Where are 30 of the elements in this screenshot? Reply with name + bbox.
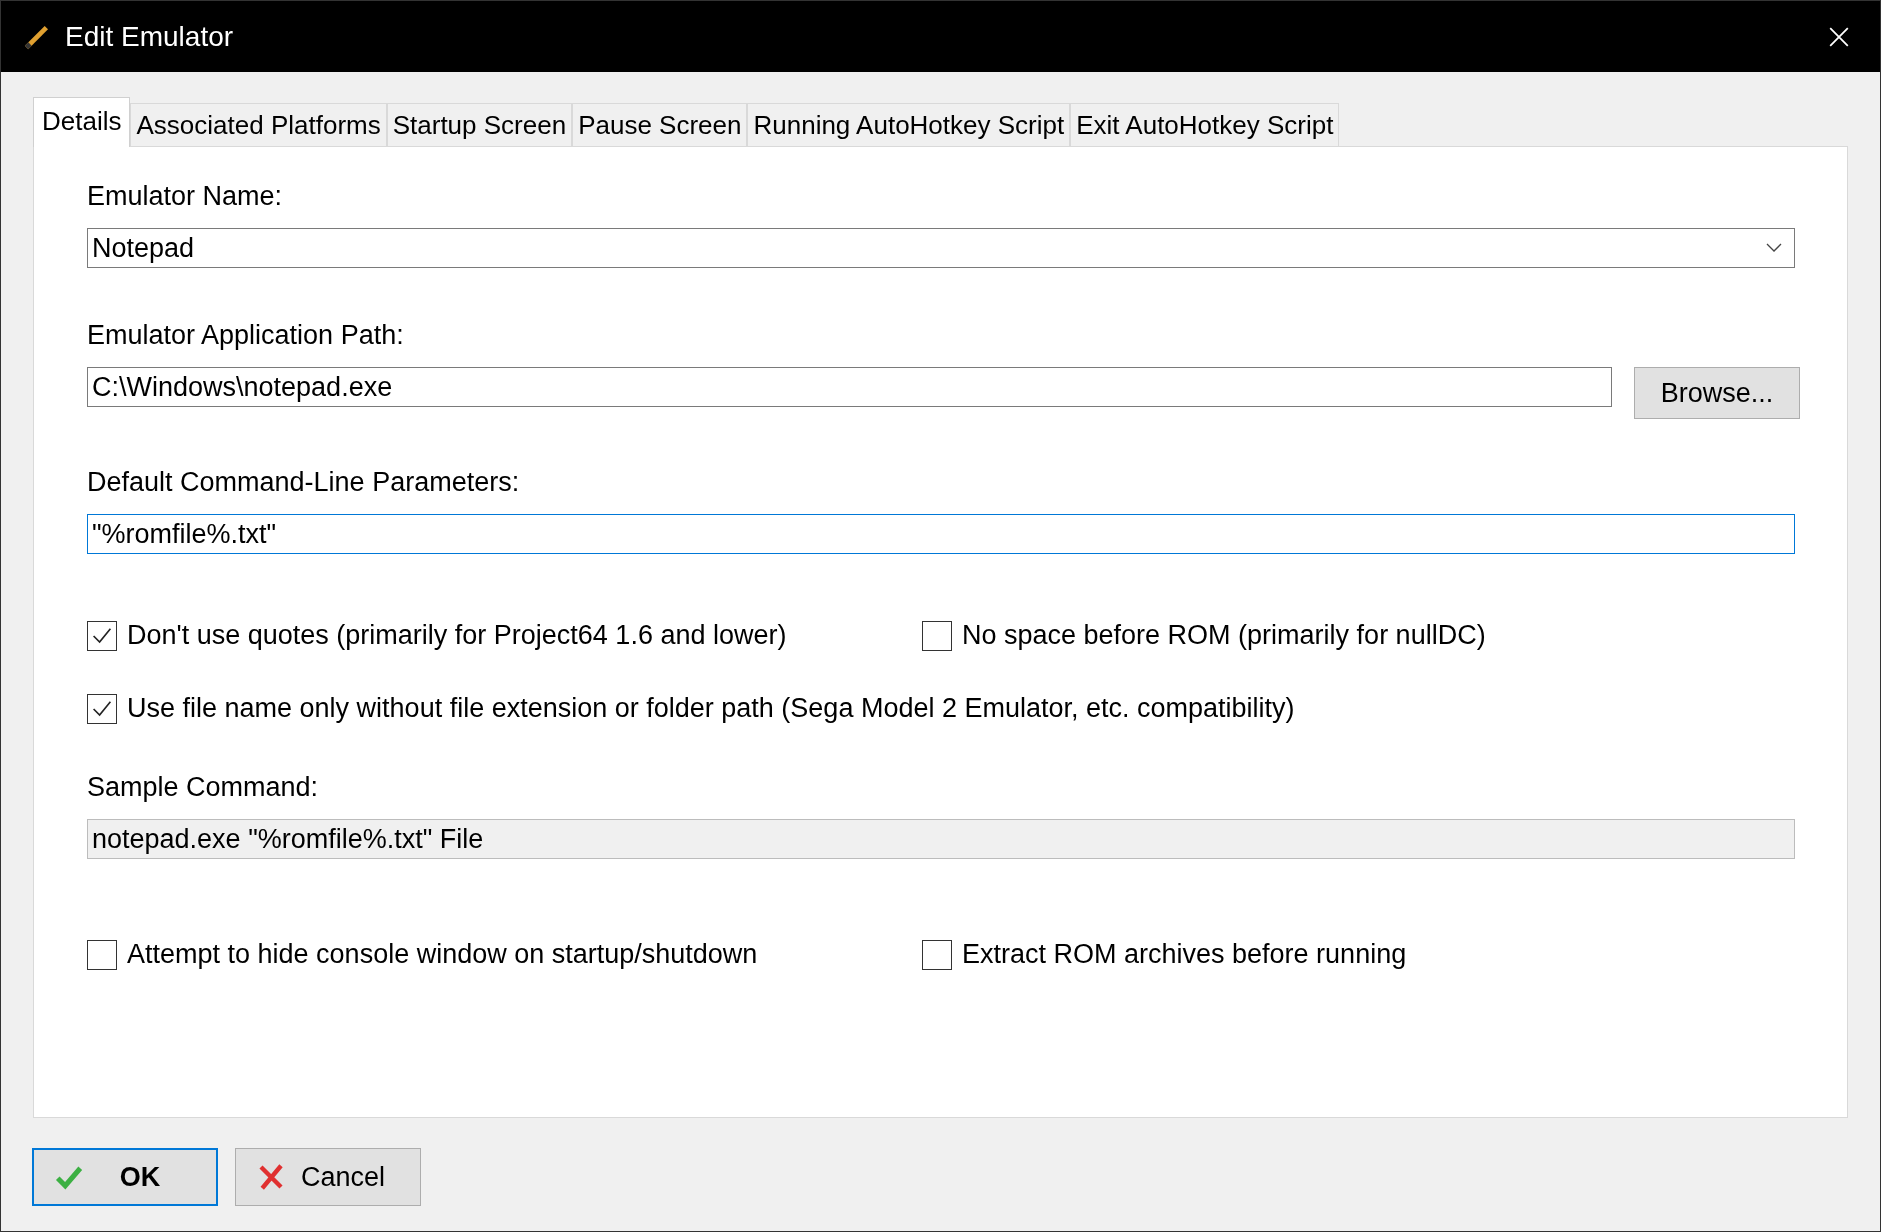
- checkbox-label: Attempt to hide console window on startup/shutdown: [127, 939, 758, 970]
- tab[interactable]: Associated Platforms: [130, 103, 387, 146]
- tab[interactable]: Pause Screen: [572, 103, 748, 146]
- emulator-name-dropdown[interactable]: Notepad: [87, 228, 1795, 268]
- checkbox[interactable]: [87, 939, 117, 970]
- checkbox[interactable]: [87, 620, 117, 651]
- checkbox-label: Don't use quotes (primarily for Project64 1.6 and lower): [127, 620, 787, 651]
- chevron-down-icon: [1766, 243, 1782, 253]
- parameters-field[interactable]: "%romfile%.txt": [87, 514, 1795, 554]
- tab[interactable]: Running AutoHotkey Script: [747, 103, 1071, 146]
- checkbox-label: Extract ROM archives before running: [962, 939, 1407, 970]
- application-path-field[interactable]: C:\Windows\notepad.exe: [87, 367, 1612, 407]
- field-label: Emulator Name:: [87, 181, 283, 212]
- close-icon[interactable]: [1828, 25, 1850, 48]
- window-title: Edit Emulator: [65, 20, 235, 53]
- checkbox-label: No space before ROM (primarily for nullDC): [962, 620, 1486, 651]
- ok-button[interactable]: OK: [32, 1148, 218, 1206]
- browse-button[interactable]: Browse...: [1634, 367, 1800, 419]
- tab[interactable]: Details: [33, 97, 131, 147]
- tab[interactable]: Exit AutoHotkey Script: [1070, 103, 1340, 146]
- field-label: Default Command-Line Parameters:: [87, 467, 520, 498]
- tab[interactable]: Startup Screen: [386, 103, 573, 146]
- field-label: Emulator Application Path:: [87, 320, 404, 351]
- sample-command-field: notepad.exe "%romfile%.txt" File: [87, 819, 1795, 859]
- checkbox[interactable]: [922, 939, 952, 970]
- checkbox[interactable]: [922, 620, 952, 651]
- cancel-button[interactable]: Cancel: [235, 1148, 421, 1206]
- field-label: Sample Command:: [87, 772, 319, 803]
- checkbox[interactable]: [87, 693, 117, 724]
- checkbox-label: Use file name only without file extension or folder path (Sega Model 2 Emulator, etc. compatibility): [127, 693, 1295, 724]
